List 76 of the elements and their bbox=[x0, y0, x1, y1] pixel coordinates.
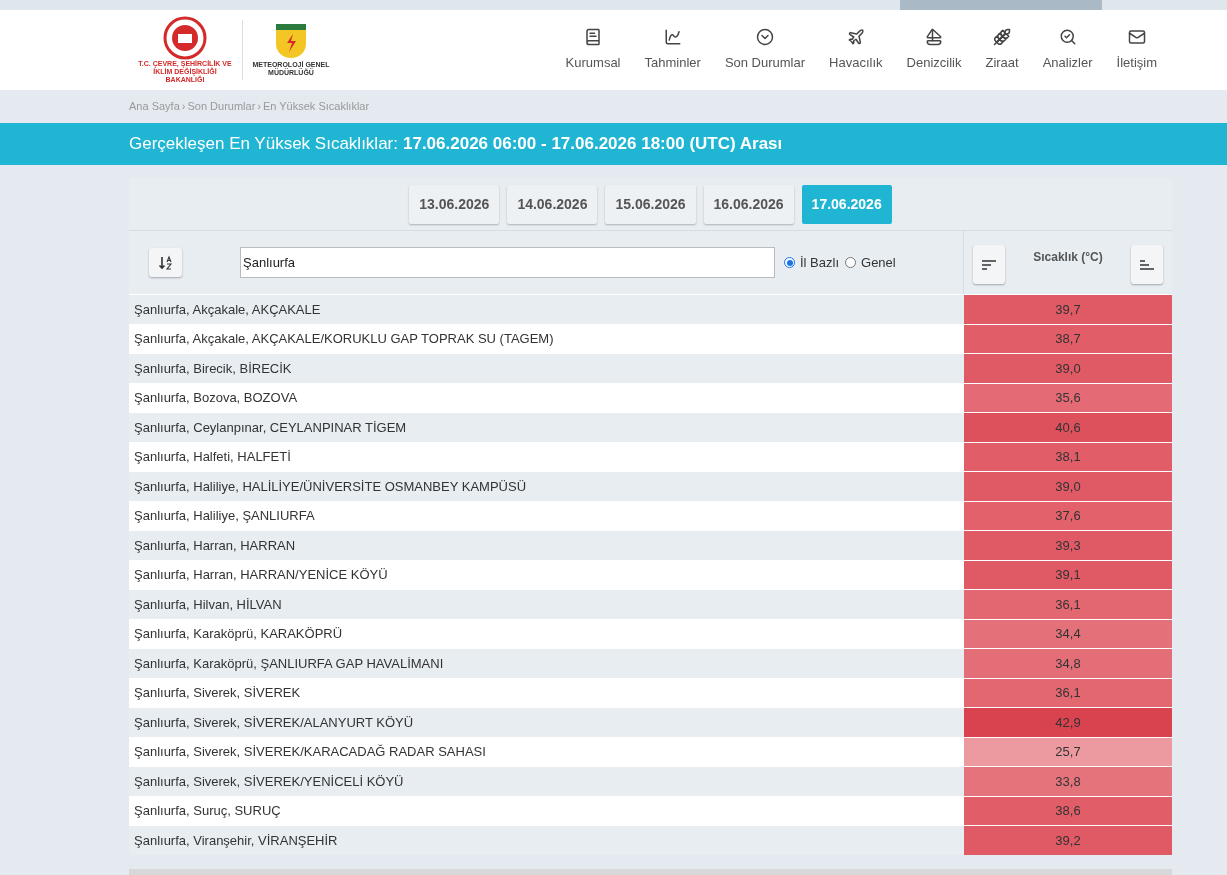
temperature-cell: 38,6 bbox=[964, 796, 1172, 825]
date-tab[interactable]: 13.06.2026 bbox=[409, 184, 500, 224]
chevron-icon bbox=[755, 27, 774, 46]
temperature-cell: 38,1 bbox=[964, 442, 1172, 471]
station-cell-text: Şanlıurfa, Akçakale, AKÇAKALE bbox=[133, 300, 322, 319]
station-cell-text: Şanlıurfa, Siverek, SİVEREK/YENİCELİ KÖYÜ bbox=[133, 772, 405, 791]
station-cell-text: Şanlıurfa, Siverek, SİVEREK bbox=[133, 684, 302, 702]
column-header: Sıcaklık (°C) bbox=[1033, 249, 1103, 266]
mgm-logo-icon bbox=[276, 23, 306, 58]
date-range: 17.06.2026 06:00 - 17.06.2026 18:00 (UTC) Arası bbox=[403, 133, 783, 156]
temperature-cell: 33,8 bbox=[964, 767, 1172, 796]
nav-link[interactable]: Son Durumlar bbox=[712, 27, 818, 73]
temperature-cell: 35,6 bbox=[964, 383, 1172, 412]
station-cell-text: Şanlıurfa, Birecik, BİRECİK bbox=[133, 359, 293, 378]
sort-alpha-button[interactable] bbox=[149, 248, 182, 277]
temperature-cell: 38,7 bbox=[964, 324, 1172, 353]
book-icon bbox=[584, 27, 603, 46]
scope-radio[interactable] bbox=[784, 257, 795, 268]
temperature-cell: 25,7 bbox=[964, 737, 1172, 766]
nav-link[interactable]: İletişim bbox=[1104, 27, 1169, 73]
temperature-cell: 39,0 bbox=[964, 354, 1172, 383]
date-tab[interactable]: 15.06.2026 bbox=[605, 184, 696, 224]
sort-descending-button[interactable] bbox=[973, 245, 1005, 284]
nav-link[interactable]: Tahminler bbox=[632, 27, 713, 73]
station-cell-text: Şanlıurfa, Harran, HARRAN bbox=[133, 536, 297, 555]
date-tab[interactable]: 14.06.2026 bbox=[507, 184, 598, 224]
search-field[interactable]: Şanlıurfa bbox=[240, 247, 775, 278]
station-cell-text: Şanlıurfa, Haliliye, ŞANLIURFA bbox=[133, 507, 316, 525]
breadcrumb-separator: › bbox=[257, 99, 261, 115]
temperature-cell: 36,1 bbox=[964, 678, 1172, 707]
temperature-cell: 37,6 bbox=[964, 501, 1172, 530]
station-cell-text: Şanlıurfa, Karaköprü, ŞANLIURFA GAP HAVALİMANI bbox=[133, 654, 445, 673]
breadcrumb-separator: › bbox=[181, 99, 186, 115]
temperature-cell: 42,9 bbox=[964, 708, 1172, 737]
magnifier-icon bbox=[1058, 27, 1077, 46]
sort-az-icon bbox=[157, 254, 174, 271]
scope-label: İl Bazlı bbox=[800, 253, 839, 272]
station-cell-text: Şanlıurfa, Harran, HARRAN/YENİCE KÖYÜ bbox=[133, 566, 389, 584]
station-cell-text: Şanlıurfa, Karaköprü, KARAKÖPRÜ bbox=[133, 625, 344, 643]
station-cell-text: Şanlıurfa, Viranşehir, VİRANŞEHİR bbox=[133, 831, 339, 850]
station-cell-text: Şanlıurfa, Akçakale, AKÇAKALE/KORUKLU GAP TOPRAK SU (TAGEM) bbox=[133, 330, 555, 348]
wheat-icon bbox=[993, 27, 1012, 46]
temperature-cell: 39,1 bbox=[964, 560, 1172, 589]
station-cell-text: Şanlıurfa, Hilvan, HİLVAN bbox=[133, 595, 283, 614]
station-cell-text: Şanlıurfa, Siverek, SİVEREK/ALANYURT KÖYÜ bbox=[133, 713, 415, 732]
chart-icon bbox=[663, 27, 682, 46]
date-tab[interactable]: 16.06.2026 bbox=[703, 184, 794, 224]
mail-icon bbox=[1127, 27, 1146, 46]
station-cell-text: Şanlıurfa, Bozova, BOZOVA bbox=[133, 389, 299, 407]
nav-link[interactable]: Denizcilik bbox=[894, 27, 974, 73]
station-cell-text: Şanlıurfa, Siverek, SİVEREK/KARACADAĞ RADAR SAHASI bbox=[133, 743, 487, 761]
station-cell-text: Şanlıurfa, Ceylanpınar, CEYLANPINAR TİGEM bbox=[133, 418, 408, 437]
plane-icon bbox=[846, 27, 865, 46]
temperature-cell: 39,3 bbox=[964, 531, 1172, 560]
nav-link[interactable]: Havacılık bbox=[817, 27, 895, 73]
station-cell-text: Şanlıurfa, Suruç, SURUÇ bbox=[133, 802, 282, 820]
sort-ascending-button[interactable] bbox=[1131, 245, 1163, 284]
nav-link[interactable]: Kurumsal bbox=[553, 27, 633, 73]
temperature-cell: 34,4 bbox=[964, 619, 1172, 648]
temperature-cell: 40,6 bbox=[964, 413, 1172, 442]
station-cell-text: Şanlıurfa, Haliliye, HALİLİYE/ÜNİVERSİTE OSMANBEY KAMPÜSÜ bbox=[133, 477, 528, 496]
sailboat-icon bbox=[925, 27, 943, 46]
station-cell-text: Şanlıurfa, Halfeti, HALFETİ bbox=[133, 448, 292, 466]
nav-link[interactable]: Ziraat bbox=[973, 27, 1031, 73]
sort-lines-icon bbox=[1140, 259, 1154, 270]
page-title: Gerçekleşen En Yüksek Sıcaklıklar: bbox=[129, 133, 398, 156]
temperature-cell: 36,1 bbox=[964, 590, 1172, 619]
ministry-emblem-icon bbox=[163, 16, 207, 60]
scope-radio[interactable] bbox=[845, 257, 856, 268]
temperature-cell: 39,2 bbox=[964, 826, 1172, 855]
temperature-cell: 39,0 bbox=[964, 472, 1172, 501]
scope-label: Genel bbox=[861, 253, 896, 272]
sort-lines-icon bbox=[982, 259, 996, 270]
temperature-cell: 34,8 bbox=[964, 649, 1172, 678]
temperature-cell: 39,7 bbox=[964, 295, 1172, 324]
nav-link[interactable]: Analizler bbox=[1030, 27, 1105, 73]
